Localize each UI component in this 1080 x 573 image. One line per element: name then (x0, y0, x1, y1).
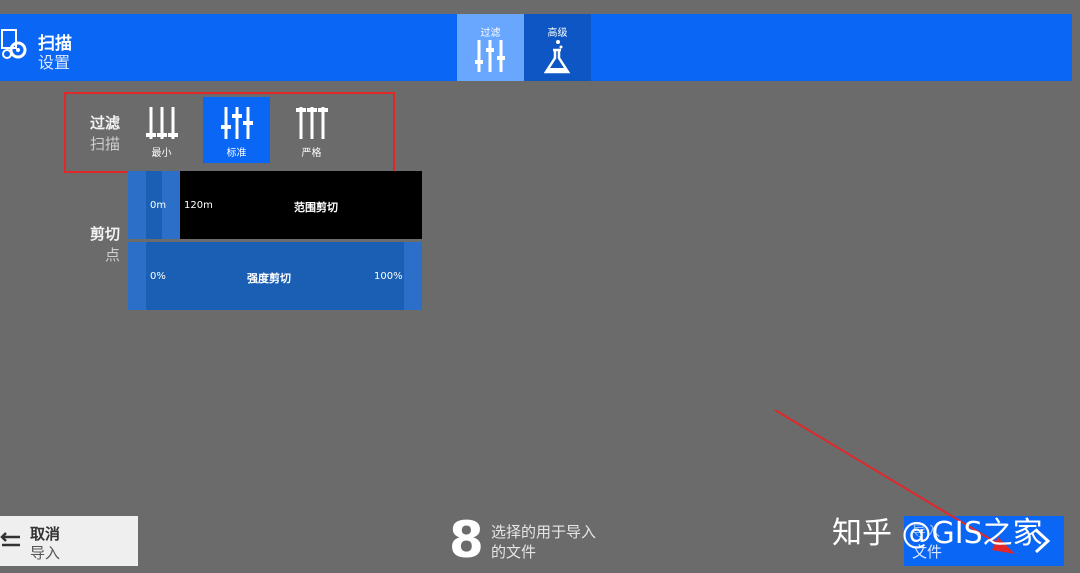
annotation-arrow (774, 409, 1015, 554)
watermark-text: 知乎 @GIS之家 (832, 516, 1043, 551)
